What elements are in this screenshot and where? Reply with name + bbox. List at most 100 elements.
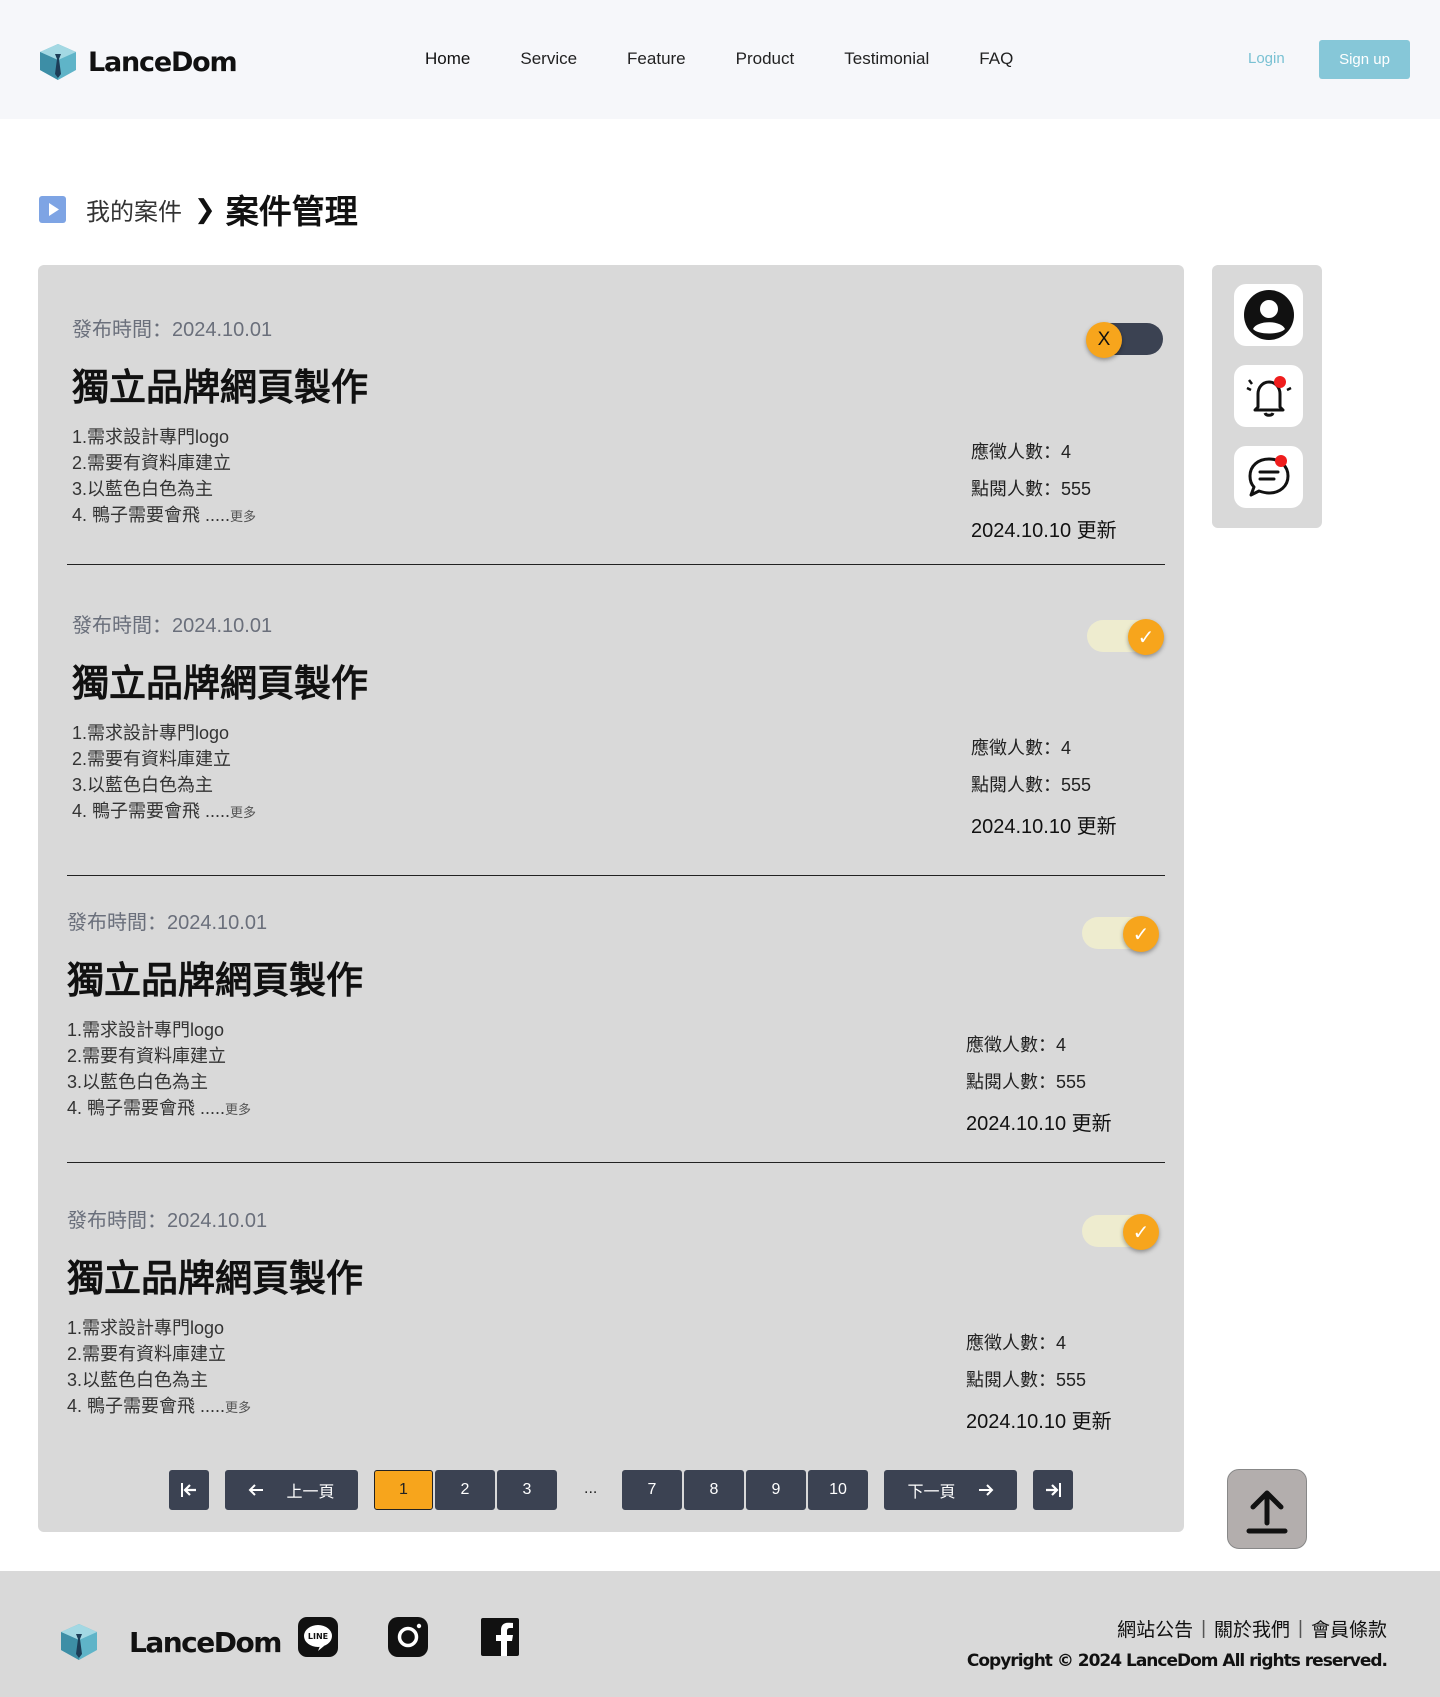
nav-service[interactable]: Service (520, 49, 577, 69)
page-number-button[interactable]: 10 (808, 1470, 868, 1510)
case-status-toggle[interactable]: ✓ (1082, 1214, 1159, 1250)
checkmark-icon: ✓ (1128, 619, 1164, 655)
pagination: 上一頁 1 2 3 ... 7 8 9 10 下一頁 (38, 1470, 1184, 1510)
requirement-item: 2.需要有資料庫建立 (67, 1046, 227, 1066)
first-page-button[interactable] (169, 1470, 209, 1510)
requirements-list: 1.需求設計專門logo 2.需要有資料庫建立 3.以藍色白色為主 4. 鴨子需… (67, 1017, 251, 1123)
requirement-item: 1.需求設計專門logo (67, 1318, 225, 1338)
footer-link-announcements[interactable]: 網站公告 (1117, 1615, 1193, 1642)
nav-product[interactable]: Product (736, 49, 795, 69)
nav-feature[interactable]: Feature (627, 49, 686, 69)
footer-brand-name: LanceDom (129, 1625, 282, 1659)
updated-date: 2024.10.10 更新 (971, 520, 1117, 542)
notifications-button[interactable] (1234, 365, 1303, 427)
upload-arrow-icon (1246, 1490, 1288, 1534)
requirement-item: 4. 鴨子需要會飛 .....更多 (72, 801, 257, 821)
publish-date: 發布時間：2024.10.01 (72, 319, 273, 341)
page-number-button[interactable]: 1 (374, 1470, 433, 1510)
checkmark-icon: ✓ (1123, 1214, 1159, 1250)
back-to-top-button[interactable] (1227, 1469, 1307, 1549)
case-title[interactable]: 獨立品牌網頁製作 (72, 653, 368, 707)
case-title[interactable]: 獨立品牌網頁製作 (67, 1248, 363, 1302)
card-divider (67, 875, 1165, 876)
footer-separator: | (1298, 1617, 1303, 1639)
requirement-item: 2.需要有資料庫建立 (67, 1344, 227, 1364)
more-link[interactable]: 更多 (230, 805, 256, 820)
logo-icon (61, 1624, 97, 1660)
arrow-right-icon (978, 1484, 993, 1496)
case-title[interactable]: 獨立品牌網頁製作 (72, 357, 368, 411)
nav-home[interactable]: Home (425, 49, 470, 69)
arrow-left-icon (249, 1484, 264, 1496)
chat-icon (1248, 455, 1289, 497)
requirement-item: 3.以藍色白色為主 (72, 479, 214, 499)
page-number-button[interactable]: 2 (435, 1470, 495, 1510)
updated-date: 2024.10.10 更新 (966, 1411, 1112, 1433)
card-divider (67, 564, 1165, 565)
case-title[interactable]: 獨立品牌網頁製作 (67, 950, 363, 1004)
first-page-icon (181, 1483, 196, 1497)
case-status-toggle[interactable]: ✓ (1082, 916, 1159, 952)
applicant-count: 應徵人數：4 (966, 1333, 1067, 1353)
checkmark-icon: ✓ (1123, 916, 1159, 952)
next-page-button[interactable]: 下一頁 (884, 1470, 1017, 1510)
svg-text:LINE: LINE (308, 1632, 328, 1641)
view-count: 點閱人數：555 (966, 1072, 1087, 1092)
breadcrumb: 我的案件 ❯ 案件管理 (39, 185, 358, 233)
requirement-item: 2.需要有資料庫建立 (72, 749, 232, 769)
case-status-toggle[interactable]: ✓ (1087, 619, 1164, 655)
page-number-button[interactable]: 9 (746, 1470, 806, 1510)
login-link[interactable]: Login (1248, 50, 1285, 67)
applicant-count: 應徵人數：4 (971, 738, 1072, 758)
requirement-item: 4. 鴨子需要會飛 .....更多 (67, 1098, 252, 1118)
line-icon[interactable]: LINE (298, 1617, 338, 1657)
prev-page-button[interactable]: 上一頁 (225, 1470, 358, 1510)
requirement-item: 3.以藍色白色為主 (67, 1072, 209, 1092)
requirements-list: 1.需求設計專門logo 2.需要有資料庫建立 3.以藍色白色為主 4. 鴨子需… (72, 424, 256, 530)
nav-faq[interactable]: FAQ (979, 49, 1013, 69)
play-square-icon (39, 195, 66, 223)
instagram-icon[interactable] (388, 1617, 428, 1657)
more-link[interactable]: 更多 (225, 1102, 251, 1117)
nav-testimonial[interactable]: Testimonial (844, 49, 929, 69)
footer-link-terms[interactable]: 會員條款 (1311, 1615, 1387, 1642)
brand-name: LanceDom (88, 46, 238, 78)
requirement-item: 4. 鴨子需要會飛 .....更多 (72, 505, 257, 525)
pagination-ellipsis: ... (584, 1480, 598, 1497)
requirement-item: 3.以藍色白色為主 (72, 775, 214, 795)
signup-button[interactable]: Sign up (1319, 40, 1410, 79)
requirement-item: 2.需要有資料庫建立 (72, 453, 232, 473)
publish-date: 發布時間：2024.10.01 (67, 912, 268, 934)
requirement-item: 3.以藍色白色為主 (67, 1370, 209, 1390)
updated-date: 2024.10.10 更新 (966, 1113, 1112, 1135)
footer-brand[interactable]: LanceDom (57, 1620, 282, 1664)
case-status-toggle[interactable]: X (1086, 322, 1163, 358)
facebook-icon[interactable] (480, 1617, 520, 1657)
main-nav: Home Service Feature Product Testimonial… (425, 49, 1063, 69)
requirement-item: 4. 鴨子需要會飛 .....更多 (67, 1396, 252, 1416)
applicant-count: 應徵人數：4 (971, 442, 1072, 462)
page-number-button[interactable]: 7 (622, 1470, 682, 1510)
last-page-icon (1046, 1483, 1061, 1497)
more-link[interactable]: 更多 (225, 1400, 251, 1415)
footer-link-about[interactable]: 關於我們 (1214, 1615, 1290, 1642)
logo-icon (40, 44, 76, 80)
applicant-count: 應徵人數：4 (966, 1035, 1067, 1055)
breadcrumb-parent[interactable]: 我的案件 (86, 192, 182, 227)
brand-logo[interactable]: LanceDom (36, 40, 238, 84)
footer-separator: | (1201, 1617, 1207, 1639)
page-number-button[interactable]: 8 (684, 1470, 744, 1510)
more-link[interactable]: 更多 (230, 509, 256, 524)
messages-button[interactable] (1234, 446, 1303, 508)
publish-date: 發布時間：2024.10.01 (67, 1210, 268, 1232)
user-icon (1243, 290, 1294, 340)
requirements-list: 1.需求設計專門logo 2.需要有資料庫建立 3.以藍色白色為主 4. 鴨子需… (67, 1315, 251, 1421)
profile-button[interactable] (1234, 284, 1303, 346)
page-number-button[interactable]: 3 (497, 1470, 557, 1510)
copyright-text: Copyright © 2024 LanceDom All rights res… (966, 1651, 1388, 1671)
quick-action-panel (1212, 265, 1322, 528)
bell-icon (1245, 376, 1292, 417)
updated-date: 2024.10.10 更新 (971, 816, 1117, 838)
last-page-button[interactable] (1033, 1470, 1073, 1510)
case-stats: 應徵人數：4 點閱人數：555 2024.10.10 更新 (966, 1031, 1112, 1136)
